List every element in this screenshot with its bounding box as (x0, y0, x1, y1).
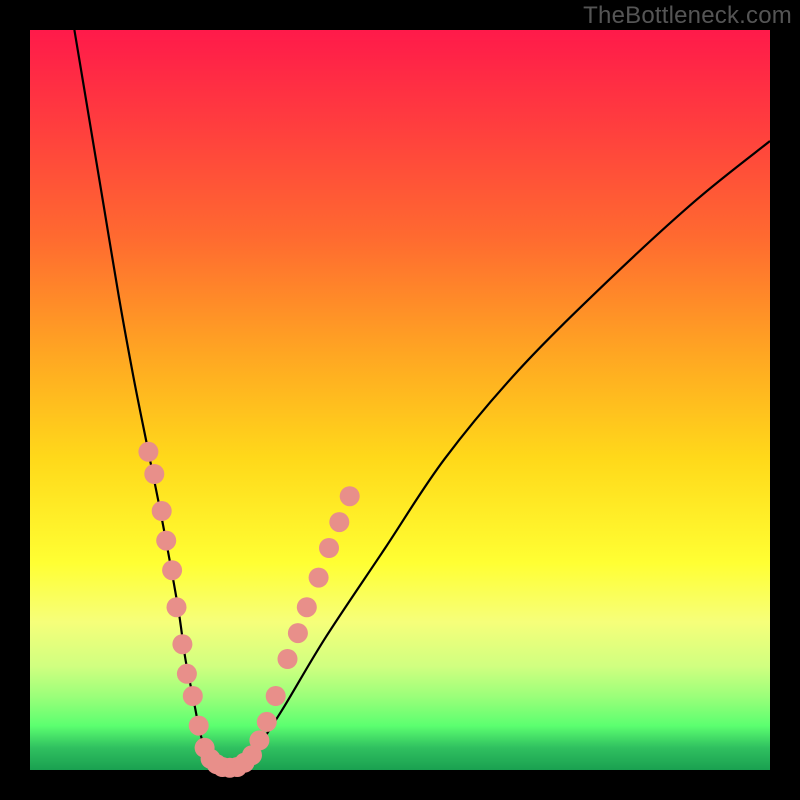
marker-dot (144, 464, 164, 484)
marker-dot (309, 568, 329, 588)
marker-dot (138, 442, 158, 462)
marker-dot (167, 597, 187, 617)
marker-dots (138, 442, 359, 778)
marker-dot (288, 623, 308, 643)
marker-dot (177, 664, 197, 684)
curve-svg (30, 30, 770, 770)
marker-dot (172, 634, 192, 654)
marker-dot (189, 716, 209, 736)
marker-dot (266, 686, 286, 706)
bottleneck-curve (74, 30, 770, 771)
marker-dot (162, 560, 182, 580)
plot-area (30, 30, 770, 770)
watermark-text: TheBottleneck.com (583, 2, 792, 30)
marker-dot (156, 531, 176, 551)
marker-dot (329, 512, 349, 532)
marker-dot (183, 686, 203, 706)
marker-dot (340, 486, 360, 506)
marker-dot (249, 730, 269, 750)
marker-dot (297, 597, 317, 617)
marker-dot (319, 538, 339, 558)
marker-dot (152, 501, 172, 521)
chart-frame: TheBottleneck.com (0, 0, 800, 800)
marker-dot (278, 649, 298, 669)
marker-dot (257, 712, 277, 732)
